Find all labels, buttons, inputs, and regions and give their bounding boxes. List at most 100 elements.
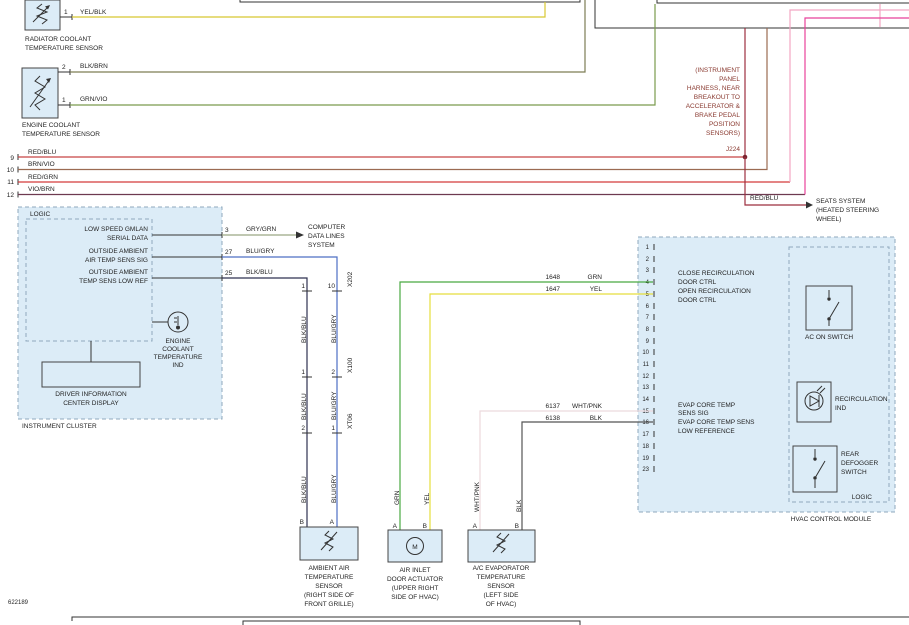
hvac-wires: 1648 GRN 1647 YEL 6137 WHT/PNK 6138 BLK — [400, 274, 653, 530]
pin-number: 10 — [7, 167, 15, 174]
top-center-component-edge — [240, 0, 580, 2]
pin-number: 1 — [64, 9, 68, 16]
cluster-signal-wires: 3 27 25 GRY/GRN BLU/GRY BLK/BLU COMPUTER… — [222, 224, 346, 527]
recirculation-ind-label: IND — [835, 405, 847, 412]
pin-letter: A — [473, 523, 478, 530]
arrow-icon — [296, 232, 304, 239]
pin-number: 25 — [225, 270, 233, 277]
circuit-number: 1647 — [546, 286, 561, 293]
ac-evap-temp-sensor: A B WHT/PNK BLK A/C EVAPORATOR TEMPERATU… — [468, 481, 535, 608]
hvac-pin-number: 16 — [642, 420, 649, 426]
thermometer-bulb — [176, 326, 180, 330]
wire-grn — [400, 282, 653, 530]
wire-yel — [430, 294, 653, 530]
hvac-logic-label: LOGIC — [852, 494, 873, 501]
hvac-function-label: DOOR CTRL — [678, 279, 717, 286]
connector-pin: 10 — [328, 283, 336, 290]
wire-color-label: RED/GRN — [28, 174, 58, 181]
pin-number: 1 — [62, 97, 66, 104]
component-label: (RIGHT SIDE OF — [304, 592, 354, 599]
harness-note-line: POSITION — [709, 121, 740, 128]
dic-label: DRIVER INFORMATION — [55, 391, 127, 398]
cluster-title: INSTRUMENT CLUSTER — [22, 423, 97, 430]
wire-color-label: YEL — [590, 286, 603, 293]
hvac-function-label: LOW REFERENCE — [678, 428, 735, 435]
wire-blk-blu — [222, 278, 307, 527]
bottom-component-edge — [72, 617, 909, 621]
wire-grn-vio — [70, 4, 655, 105]
component-label: AIR INLET — [399, 567, 430, 574]
wire-blk — [522, 422, 653, 530]
hvac-pin-number: 12 — [642, 374, 649, 380]
pin-letter: B — [515, 523, 519, 530]
wire-color-label: GRN/VIO — [80, 96, 107, 103]
wire-color-label: BLK — [516, 499, 523, 512]
signal-label: OUTSIDE AMBIENT — [89, 269, 148, 276]
harness-note-line: PANEL — [719, 76, 740, 83]
pin-letter: B — [423, 523, 427, 530]
wire-color-label: WHT/PNK — [474, 481, 481, 512]
connector-pin: 1 — [301, 369, 305, 376]
ect-ind-label: COOLANT — [162, 346, 193, 353]
component-label: RADIATOR COOLANT — [25, 36, 91, 43]
harness-note-line: HARNESS, NEAR — [687, 85, 740, 92]
component-label: DOOR ACTUATOR — [387, 576, 443, 583]
hvac-function-label: OPEN RECIRCULATION — [678, 288, 751, 295]
wiring-diagram-page: LOGIC INSTRUMENT CLUSTER LOW SPEED GMLAN… — [0, 0, 909, 625]
wire-color-label: BLK — [590, 415, 603, 422]
hvac-function-label: CLOSE RECIRCULATION — [678, 270, 755, 277]
wire-color-label: BLK/BLU — [301, 316, 308, 343]
cluster-logic-label: LOGIC — [30, 211, 51, 218]
harness-note-line: BREAKOUT TO — [694, 94, 740, 101]
hvac-function-label: EVAP CORE TEMP — [678, 402, 735, 409]
defogger-label: SWITCH — [841, 469, 867, 476]
wire-color-label: BLU/GRY — [331, 391, 338, 420]
switch-contact — [813, 476, 816, 479]
hvac-pin-number: 11 — [643, 362, 650, 368]
recirculation-ind-label: RECIRCULATION — [835, 396, 888, 403]
wire-color-label: VIO/BRN — [28, 186, 55, 193]
computer-system-label: DATA LINES — [308, 233, 345, 240]
hvac-function-label: SENS SIG — [678, 410, 709, 417]
connector-pin: 1 — [331, 425, 335, 432]
wire-pink-riser — [790, 10, 909, 182]
sensor-box — [468, 530, 535, 562]
wire-color-label: BLU/GRY — [331, 314, 338, 343]
connector-pin: 2 — [331, 369, 335, 376]
signal-label: TEMP SENS LOW REF — [79, 278, 148, 285]
radiator-coolant-temp-sensor: 1 YEL/BLK RADIATOR COOLANT TEMPERATURE S… — [25, 0, 545, 52]
wire-color-label: BRN/VIO — [28, 161, 55, 168]
component-label: TEMPERATURE SENSOR — [25, 45, 103, 52]
wire-color-label: WHT/PNK — [572, 403, 603, 410]
ect-ind-label: IND — [172, 362, 184, 369]
wire-yel-blk — [72, 2, 545, 17]
junction-name: J224 — [726, 146, 740, 153]
hvac-function-label: EVAP CORE TEMP SENS — [678, 419, 755, 426]
component-label: (LEFT SIDE — [484, 592, 520, 599]
component-label: FRONT GRILLE) — [304, 601, 353, 608]
wire-color-label: BLK/BLU — [246, 269, 273, 276]
wire-trunk: 1 10 1 2 2 1 X202 X100 XT06 BLK/BLU BLU/… — [300, 271, 354, 526]
wiring-diagram-canvas: LOGIC INSTRUMENT CLUSTER LOW SPEED GMLAN… — [0, 0, 909, 625]
pin-number: 27 — [225, 249, 233, 256]
top-right-component-edge — [595, 0, 909, 28]
connector-pin: 2 — [301, 425, 305, 432]
defogger-label: DEFOGGER — [841, 460, 879, 467]
harness-note-line: (INSTRUMENT — [695, 67, 740, 74]
seats-system-callout: RED/BLU SEATS SYSTEM (HEATED STEERING WH… — [745, 157, 879, 223]
pin-number: 3 — [225, 227, 229, 234]
hvac-control-module: 1 2 3 4 5 6 7 8 9 10 11 12 13 14 15 16 1… — [638, 237, 895, 523]
wire-color-label: GRN — [394, 490, 401, 505]
harness-note-line: BRAKE PEDAL — [695, 112, 741, 119]
hvac-pin-number: 15 — [642, 409, 649, 415]
connector-pin: 1 — [301, 283, 305, 290]
wire-blu-gry — [222, 257, 337, 527]
switch-contact — [813, 457, 816, 460]
switch-contact — [827, 317, 830, 320]
ac-on-switch-label: AC ON SWITCH — [805, 334, 853, 341]
harness-note-line: SENSORS) — [706, 130, 740, 137]
component-label: ENGINE COOLANT — [22, 122, 80, 129]
connector-name: XT06 — [347, 413, 354, 429]
sensor-box — [25, 0, 60, 30]
wire-color-label: RED/BLU — [28, 149, 56, 156]
